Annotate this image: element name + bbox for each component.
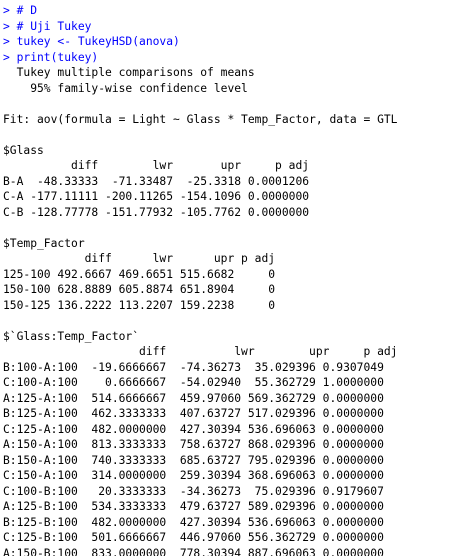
console-output-line: 95% family-wise confidence level — [3, 81, 248, 95]
r-console-output[interactable]: > # D > # Uji Tukey > tukey <- TukeyHSD(an… — [0, 0, 472, 556]
console-output-line: C:100-A:100 0.6666667 -54.02940 55.36272… — [3, 376, 384, 389]
console-output-line: A:125-B:100 534.3333333 479.63727 589.02… — [3, 500, 384, 513]
console-output-line: B:100-A:100 -19.6666667 -74.36273 35.029… — [3, 360, 384, 374]
console-output-line: B:150-A:100 740.3333333 685.63727 795.02… — [3, 453, 384, 467]
console-input-line: > tukey <- TukeyHSD(anova) — [3, 35, 180, 48]
console-output-line: B:125-B:100 482.0000000 427.30394 536.69… — [3, 515, 384, 529]
console-output-line: A:125-A:100 514.6666667 459.97060 569.36… — [3, 391, 384, 405]
console-output-line: A:150-B:100 833.0000000 778.30394 887.69… — [3, 546, 384, 556]
console-output-line: C:125-B:100 501.6666667 446.97060 556.36… — [3, 531, 384, 544]
console-output-line: C:150-A:100 314.0000000 259.30394 368.69… — [3, 469, 384, 482]
console-output-line: 150-100 628.8889 605.8874 651.8904 0 — [3, 283, 276, 296]
console-output-line: C-B -128.77778 -151.77932 -105.7762 0.00… — [3, 205, 310, 219]
console-output-line: Fit: aov(formula = Light ~ Glass * Temp_… — [3, 112, 398, 126]
console-output-line: 150-125 136.2222 113.2207 159.2238 0 — [3, 298, 276, 312]
console-output-line: diff lwr upr p adj — [3, 345, 398, 358]
console-input-line: > # D — [3, 4, 38, 17]
console-output-line: C:125-A:100 482.0000000 427.30394 536.69… — [3, 422, 384, 436]
console-output-line: B:125-A:100 462.3333333 407.63727 517.02… — [3, 407, 384, 420]
console-input-line: > # Uji Tukey — [3, 19, 92, 33]
console-output-line: diff lwr upr p adj — [3, 159, 310, 172]
console-output-line: $Glass — [3, 143, 44, 157]
console-output-line: diff lwr upr p adj — [3, 252, 276, 265]
console-output-line: A:150-A:100 813.3333333 758.63727 868.02… — [3, 438, 384, 451]
console-output-line: B-A -48.33333 -71.33487 -25.3318 0.00012… — [3, 174, 310, 188]
console-output-line: $`Glass:Temp_Factor` — [3, 329, 140, 343]
console-output-line: C-A -177.11111 -200.11265 -154.1096 0.00… — [3, 190, 310, 203]
console-input-line: > print(tukey) — [3, 50, 99, 64]
console-output-line: Tukey multiple comparisons of means — [3, 66, 255, 79]
console-output-line: $Temp_Factor — [3, 236, 85, 250]
console-output-line: 125-100 492.6667 469.6651 515.6682 0 — [3, 267, 276, 281]
console-output-line: C:100-B:100 20.3333333 -34.36273 75.0293… — [3, 484, 384, 498]
